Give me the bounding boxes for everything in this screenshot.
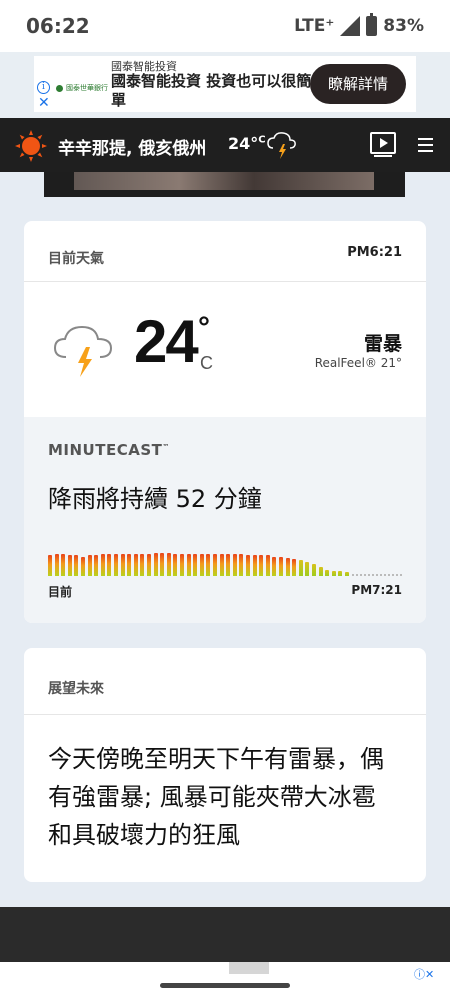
realfeel-value: RealFeel® 21° [314,356,402,370]
ad-content[interactable]: i ✕ 國泰世華銀行 國泰智能投資 國泰智能投資 投資也可以很簡單 瞭解詳情 [34,56,416,112]
precip-bar [232,553,237,576]
precip-bar [312,564,316,576]
location-title[interactable]: 辛辛那提, 俄亥俄州 [58,134,206,159]
precip-bar [265,555,270,576]
precip-bar [345,572,349,576]
bottom-ad[interactable]: ⓘ✕ [0,962,450,1000]
precip-bar [147,553,151,576]
precip-bar [140,553,145,576]
precip-bar [285,557,290,576]
precip-bar [219,553,224,576]
precip-bar [292,559,297,576]
precip-bar [114,553,118,576]
precip-bar [74,555,79,576]
outlook-card[interactable]: 展望未來 今天傍晚至明天下午有雷暴，偶有強雷暴; 風暴可能夾帶大冰雹和具破壞力的… [24,648,426,882]
current-time: PM6:21 [347,245,402,260]
video-icon[interactable] [370,132,396,154]
precip-bar [127,553,132,576]
precip-bar [206,553,211,576]
precip-bar [133,553,138,576]
precip-bar [199,553,204,576]
video-icon-base [374,155,392,157]
precip-bar [213,553,217,576]
current-weather-label: 目前天氣 [48,251,104,267]
minutecast-label: MINUTECAST™ [48,441,170,459]
precip-bar [305,561,310,576]
thunderstorm-icon [267,132,296,159]
signal-icon [340,16,361,36]
temperature-unit: C [200,353,213,373]
thunderstorm-icon [53,325,113,377]
precip-bar [100,553,105,576]
status-time: 06:22 [26,14,90,38]
precip-bar [338,571,343,576]
precip-bar [252,555,257,576]
precip-bar [193,553,198,576]
current-weather-card[interactable]: 目前天氣 PM6:21 24 ° C 雷暴 RealFeel® 21° MINU… [24,221,426,623]
precip-bar [259,555,264,576]
precip-bar [246,555,250,576]
chart-start-label: 目前 [48,585,73,599]
outlook-label: 展望未來 [48,681,104,697]
ad-logo: 國泰世華銀行 [56,83,108,93]
precip-bar [331,570,336,576]
precip-bar [180,553,184,576]
precip-bar [272,556,277,576]
bottom-ad-image [229,962,269,974]
precip-bar [48,555,52,576]
outlook-text: 今天傍晚至明天下午有雷暴，偶有強雷暴; 風暴可能夾帶大冰雹和具破壞力的狂風 [48,745,384,849]
ad-info-icon[interactable]: ⓘ✕ [414,966,434,982]
current-temperature: 24 [134,308,199,375]
precip-bar [153,552,158,576]
ad-headline[interactable]: 國泰智能投資 投資也可以很簡單 [111,72,316,110]
precip-bar [325,569,330,576]
precip-bar [279,556,283,576]
ad-info-icon[interactable]: i [37,81,50,94]
precip-bar [226,553,231,576]
ad-cta-button[interactable]: 瞭解詳情 [310,64,406,104]
precip-bar [298,560,303,576]
divider [24,281,426,282]
precipitation-chart [48,548,402,576]
ad-close-icon[interactable]: ✕ [38,96,50,110]
battery-icon [366,13,378,36]
precip-bar [107,553,112,576]
precip-bar [166,552,171,576]
precip-bar [54,553,59,576]
menu-icon[interactable] [418,138,433,152]
precip-bar [87,555,92,576]
temperature-degree: ° [198,311,210,344]
precip-bar [94,555,99,576]
precip-bar [239,553,244,576]
precip-bar [67,555,72,576]
ad-banner: i ✕ 國泰世華銀行 國泰智能投資 國泰智能投資 投資也可以很簡單 瞭解詳情 [0,52,450,118]
precip-bar [61,553,66,576]
precip-bar [81,556,85,576]
precipitation-none-line [352,574,402,576]
video-thumbnail-image [74,172,374,190]
header-temperature: 24°C [228,134,266,153]
network-label: LTE⁺ [294,16,335,36]
bottom-dark-bar [0,907,450,962]
precip-bar [318,566,323,576]
precip-bar [160,552,165,576]
minutecast-summary: 降雨將持續 52 分鐘 [48,485,262,513]
precip-bar [120,553,125,576]
status-indicators: LTE⁺ 83% [294,13,424,36]
weather-condition: 雷暴 [363,333,402,355]
precip-bar [173,553,178,576]
chart-end-label: PM7:21 [351,583,402,597]
video-thumbnail[interactable] [44,172,405,197]
sun-logo-icon[interactable] [15,130,47,162]
precip-bar [186,553,191,576]
divider [24,714,426,715]
status-bar: 06:22 LTE⁺ 83% [0,0,450,52]
battery-level: 83% [383,16,424,36]
home-indicator[interactable] [160,983,290,988]
